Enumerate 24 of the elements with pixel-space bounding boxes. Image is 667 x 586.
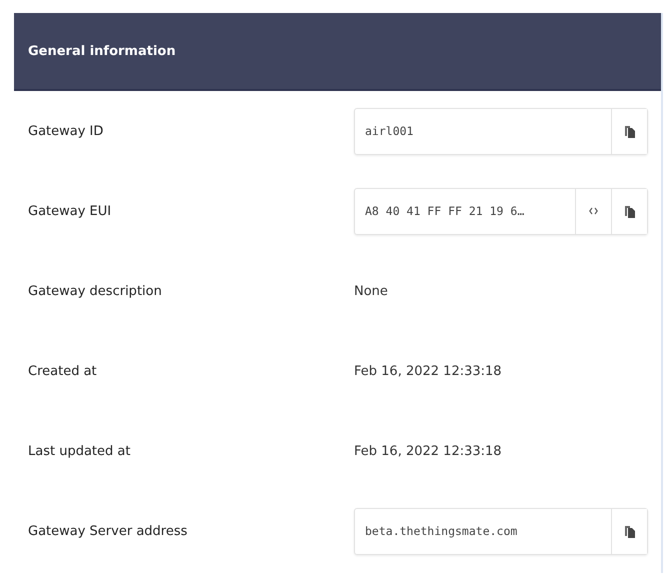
copy-button[interactable] (611, 108, 647, 154)
format-toggle-button[interactable] (575, 188, 611, 234)
field-label: Gateway ID (28, 124, 104, 138)
field-value: Feb 16, 2022 12:33:18 (354, 364, 502, 378)
copy-button[interactable] (611, 508, 647, 554)
field-value: Feb 16, 2022 12:33:18 (354, 444, 502, 458)
copy-button[interactable] (611, 188, 647, 234)
panel-title: General information (28, 44, 176, 58)
copy-icon (624, 204, 634, 218)
field-value: A8 40 41 FF FF 21 19 6… (364, 203, 526, 220)
copy-icon (624, 524, 634, 538)
field-label: Last updated at (28, 444, 132, 458)
value-field[interactable]: A8 40 41 FF FF 21 19 6… (354, 188, 648, 234)
field-label: Gateway Server address (28, 524, 188, 538)
field-label: Gateway EUI (28, 204, 112, 218)
field-value: airl001 (364, 123, 414, 140)
value-field[interactable]: beta.thethingsmate.com (354, 508, 648, 554)
field-value: beta.thethingsmate.com (364, 523, 518, 540)
field-label: Created at (28, 364, 98, 378)
copy-icon (624, 124, 634, 138)
value-field[interactable]: airl001 (354, 108, 648, 154)
field-label: Gateway description (28, 284, 163, 298)
field-value: None (354, 284, 388, 298)
code-brackets-icon (589, 207, 598, 215)
